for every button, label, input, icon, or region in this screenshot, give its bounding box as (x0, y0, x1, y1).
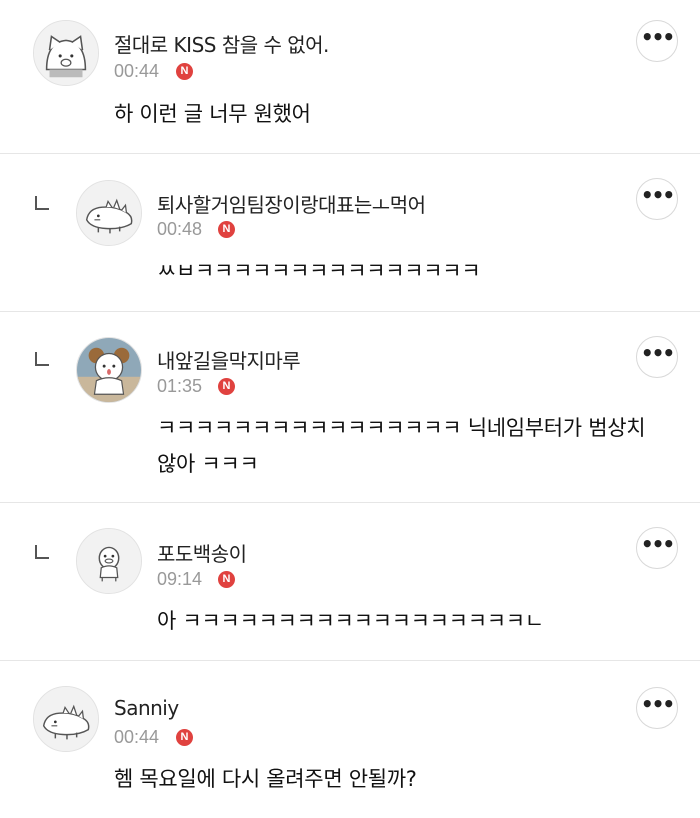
comment-body: 헴 목요일에 다시 올려주면 안될까? (114, 767, 417, 791)
new-badge: N (218, 378, 235, 395)
reply-indicator-icon (35, 545, 49, 559)
comment-time: 00:48 (157, 219, 203, 239)
comment-item: Sanniy 00:44 N 헴 목요일에 다시 올려주면 안될까? ••• (0, 661, 700, 818)
comment-item: 내앞길을막지마루 01:35 N ㅋㅋㅋㅋㅋㅋㅋㅋㅋㅋㅋㅋㅋㅋㅋㅋ 닉네임부터가… (0, 312, 700, 503)
more-options-icon: ••• (640, 692, 675, 716)
more-options-button[interactable]: ••• (636, 527, 678, 569)
more-options-icon: ••• (640, 25, 675, 49)
more-options-icon: ••• (640, 183, 675, 207)
comment-author[interactable]: 포도백송이 (157, 538, 247, 567)
new-badge: N (218, 571, 235, 588)
reply-indicator-icon (35, 196, 49, 210)
duck-avatar-icon[interactable] (76, 528, 142, 594)
comment-time: 09:14 (157, 569, 203, 589)
new-badge: N (176, 63, 193, 80)
comment-item: 퇴사할거임팀장이랑대표는ㅗ먹어 00:48 N ㅆㅂㅋㅋㅋㅋㅋㅋㅋㅋㅋㅋㅋㅋㅋㅋ… (0, 154, 700, 312)
cat-avatar-icon[interactable] (33, 20, 99, 86)
sheep-character-avatar-icon[interactable] (76, 337, 142, 403)
dino-avatar-icon[interactable] (76, 180, 142, 246)
comment-author[interactable]: 내앞길을막지마루 (157, 345, 301, 374)
more-options-icon: ••• (640, 341, 675, 365)
comment-item: 포도백송이 09:14 N 아 ㅋㅋㅋㅋㅋㅋㅋㅋㅋㅋㅋㅋㅋㅋㅋㅋㅋㅋㄴ ••• (0, 503, 700, 661)
comment-time: 01:35 (157, 376, 203, 396)
comment-author[interactable]: 절대로 KISS 참을 수 없어. (114, 29, 329, 58)
comment-author[interactable]: Sanniy (114, 696, 179, 720)
comment-author[interactable]: 퇴사할거임팀장이랑대표는ㅗ먹어 (157, 189, 426, 218)
comment-body: ㅋㅋㅋㅋㅋㅋㅋㅋㅋㅋㅋㅋㅋㅋㅋㅋ 닉네임부터가 범상치않아 ㅋㅋㅋ (157, 416, 646, 476)
comment-body: ㅆㅂㅋㅋㅋㅋㅋㅋㅋㅋㅋㅋㅋㅋㅋㅋㅋ (157, 259, 481, 283)
more-options-button[interactable]: ••• (636, 178, 678, 220)
comment-time: 00:44 (114, 727, 160, 747)
comment-body: 아 ㅋㅋㅋㅋㅋㅋㅋㅋㅋㅋㅋㅋㅋㅋㅋㅋㅋㅋㄴ (157, 609, 544, 633)
more-options-button[interactable]: ••• (636, 687, 678, 729)
comment-body: 하 이런 글 너무 원했어 (114, 102, 311, 126)
dino-avatar-icon[interactable] (33, 686, 99, 752)
more-options-icon: ••• (640, 532, 675, 556)
reply-indicator-icon (35, 352, 49, 366)
more-options-button[interactable]: ••• (636, 336, 678, 378)
new-badge: N (218, 221, 235, 238)
comment-item: 절대로 KISS 참을 수 없어. 00:44 N 하 이런 글 너무 원했어 … (0, 0, 700, 154)
more-options-button[interactable]: ••• (636, 20, 678, 62)
new-badge: N (176, 729, 193, 746)
comment-time: 00:44 (114, 61, 160, 81)
